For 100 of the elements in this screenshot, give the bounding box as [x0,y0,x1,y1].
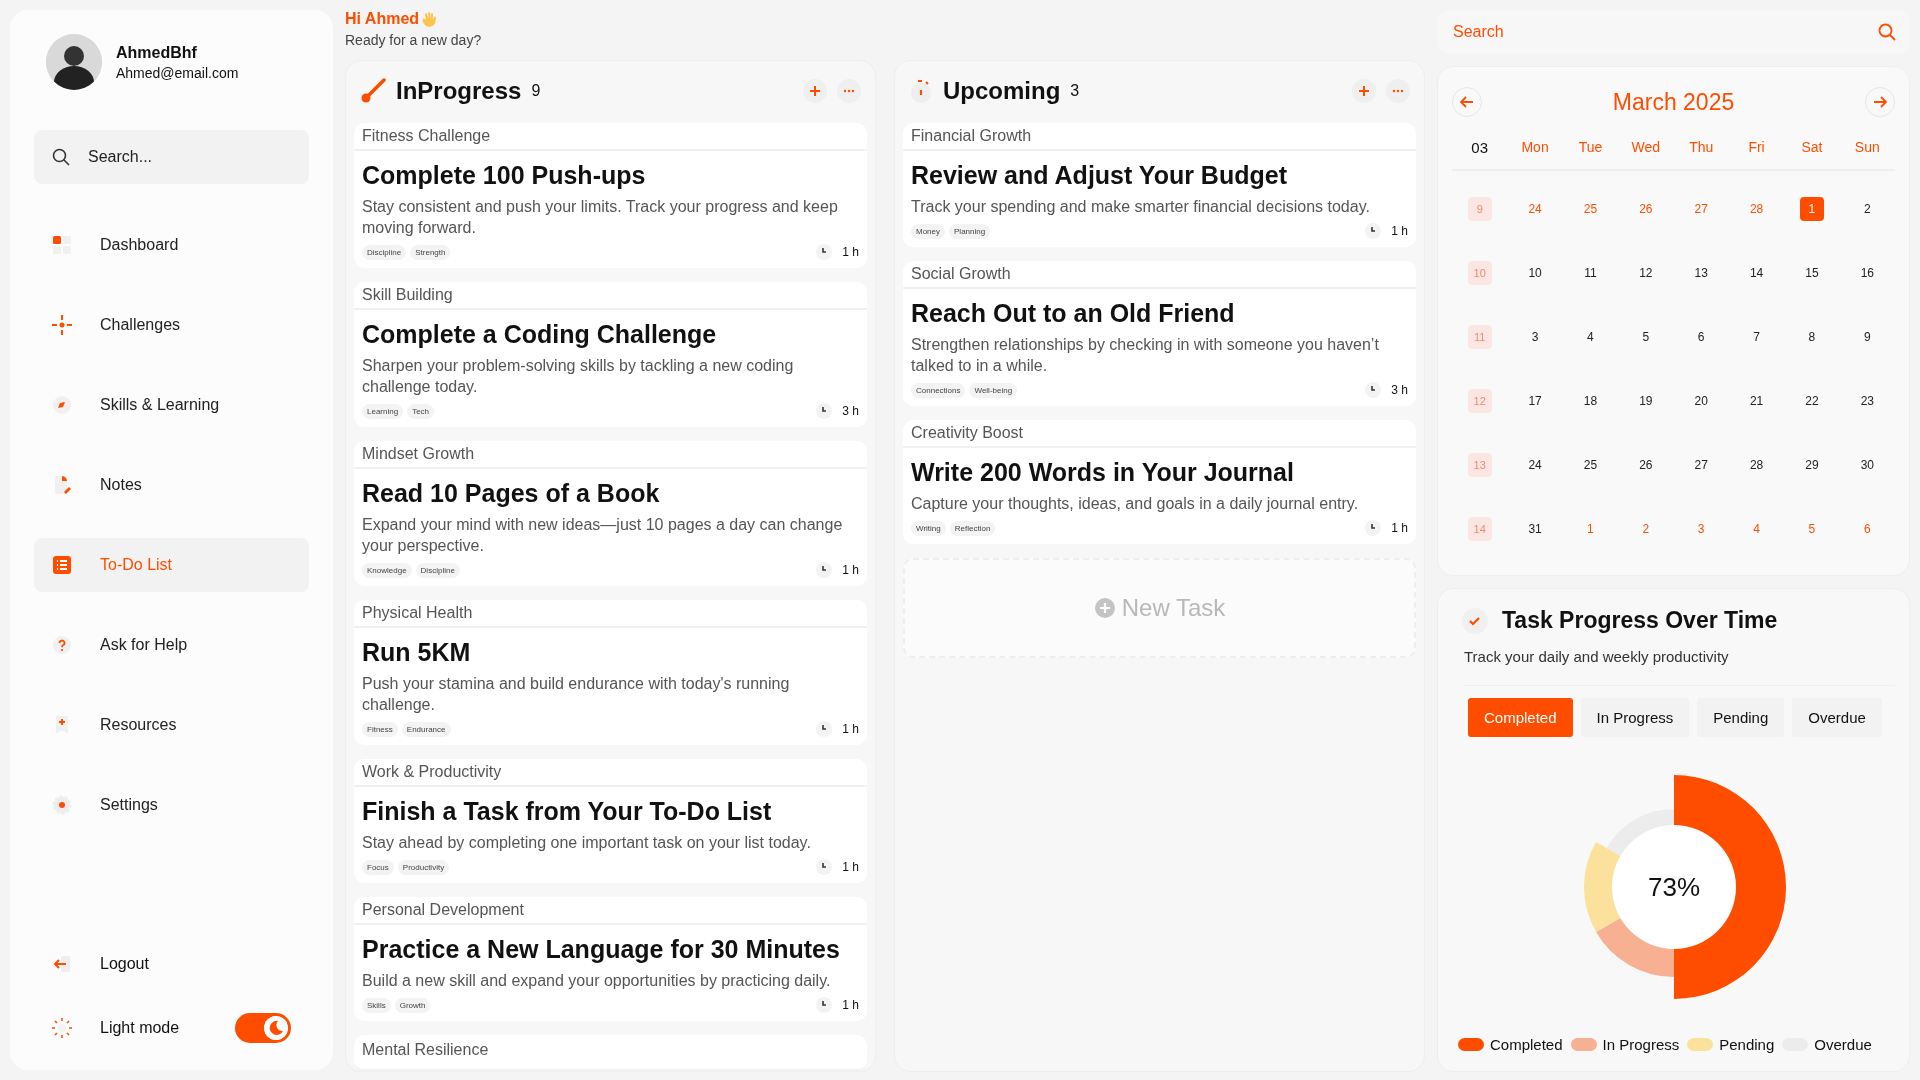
task-tag: Well-being [969,382,1018,398]
task-card[interactable]: Personal Development Practice a New Language for 30 Minutes Build a new skill and expand your opportunities by practicing daily. Skills Growth 1 h [354,897,867,1021]
task-description: Sharpen your problem-solving skills by tackling a new coding challenge today. [362,356,795,397]
task-title: Run 5KM [362,638,472,667]
nav-item[interactable]: Skills & Learning [34,378,309,432]
task-tag: Endurance [401,721,451,737]
nav-icon [52,395,72,415]
add-button[interactable] [1352,79,1376,103]
arrow-right-icon [1873,95,1887,109]
arrow-left-icon [1460,95,1474,109]
calendar-day[interactable]: 13 [1689,261,1714,285]
task-card[interactable]: Financial Growth Review and Adjust Your Budget Track your spending and make smarter financial decisions today. Money Planning 1 h [903,123,1416,247]
clock-icon [816,997,833,1013]
task-category: Social Growth [903,261,1416,289]
task-category: Skill Building [354,282,867,310]
task-title: Write 200 Words in Your Journal [911,458,1295,487]
clock-icon [816,403,833,419]
moon-icon [264,1016,288,1040]
calendar-day[interactable]: 4 [1578,325,1603,349]
calendar-day[interactable]: 30 [1855,453,1880,477]
calendar-day[interactable]: 5 [1633,325,1658,349]
nav-item[interactable]: Ask for Help [34,618,309,672]
clock-icon [1365,520,1382,536]
task-card[interactable]: Mindset Growth Read 10 Pages of a Book Expand your mind with new ideas—just 10 pages a day can change your perspective. Knowledge Discipline 1 h [354,441,867,586]
week-number: 10 [1467,261,1492,285]
nav-icon [52,315,72,335]
calendar-day[interactable]: 31 [1523,517,1548,541]
calendar-day[interactable]: 20 [1689,389,1714,413]
calendar-day[interactable]: 28 [1744,453,1769,477]
calendar-day[interactable]: 29 [1799,453,1824,477]
calendar-day[interactable]: 2 [1855,197,1880,221]
nav-item[interactable]: Dashboard [34,218,309,272]
status-tab[interactable]: Overdue [1792,698,1882,737]
calendar-day[interactable]: 12 [1633,261,1658,285]
add-button[interactable] [803,79,827,103]
task-tag: Connections [911,382,966,398]
task-title: Practice a New Language for 30 Minutes [362,935,841,964]
calendar-day[interactable]: 3 [1523,325,1548,349]
logout-icon [52,954,72,974]
calendar-day[interactable]: 24 [1523,453,1548,477]
nav-item[interactable]: Notes [34,458,309,512]
calendar-day[interactable]: 14 [1744,261,1769,285]
check-icon [1462,607,1488,634]
calendar-day[interactable]: 26 [1633,453,1658,477]
task-category: Financial Growth [903,123,1416,151]
task-card[interactable]: Physical Health Run 5KM Push your stamina and build endurance with today's running challenge. Fitness Endurance 1 h [354,600,867,745]
more-button[interactable] [1386,79,1410,103]
search-icon [1878,23,1896,41]
clock-icon [816,244,833,260]
nav-item[interactable]: Resources [34,698,309,752]
weekday-label: Sat [1801,138,1823,157]
calendar-day[interactable]: 23 [1855,389,1880,413]
task-category[interactable]: Mental Resilience [354,1035,867,1071]
task-tag: Growth [394,997,431,1013]
calendar-day[interactable]: 21 [1744,389,1769,413]
task-tag: Writing [911,520,946,536]
status-tab[interactable]: Pending [1697,698,1785,737]
task-description: Track your spending and make smarter financial decisions today. [911,197,1371,217]
calendar-day[interactable]: 22 [1799,389,1824,413]
more-button[interactable] [837,79,861,103]
task-tag: Discipline [415,562,460,578]
calendar-day[interactable]: 10 [1523,261,1548,285]
calendar-day[interactable]: 25 [1578,453,1603,477]
calendar-day[interactable]: 17 [1523,389,1548,413]
plus-icon [1093,597,1116,619]
task-category: Mindset Growth [354,441,867,469]
task-card[interactable]: Social Growth Reach Out to an Old Friend Strengthen relationships by checking in with someone you haven’t talked to in a while. Connections Well-being 3 h [903,261,1416,406]
sun-icon [52,1018,72,1038]
percent-label: 73% [1647,871,1700,902]
calendar-day[interactable]: 9 [1855,325,1880,349]
nav-icon [52,555,72,575]
legend-label: Overdue [1814,1036,1872,1053]
nav-icon [52,475,72,495]
brush-icon [360,78,386,104]
calendar-day[interactable]: 15 [1799,261,1824,285]
calendar-day[interactable]: 27 [1689,453,1714,477]
task-card[interactable]: Work & Productivity Finish a Task from Your To-Do List Stay ahead by completing one important task on your list today. Focus Productivity 1 h [354,759,867,883]
user-name: AhmedBhf [116,43,198,62]
calendar-day[interactable]: 18 [1578,389,1603,413]
task-card[interactable]: Fitness Challenge Complete 100 Push-ups Stay consistent and push your limits. Track your progress and keep moving forward. Discipline Strength 1 h [354,123,867,268]
nav-icon [52,635,72,655]
theme-toggle[interactable] [235,1013,291,1043]
status-tab[interactable]: In Progress [1580,698,1690,737]
task-description: Build a new skill and expand your opportunities by practicing daily. [362,971,832,991]
calendar-day[interactable]: 16 [1855,261,1880,285]
task-duration: 1 h [842,722,859,736]
column-count: 3 [1070,82,1080,100]
calendar-day[interactable]: 8 [1799,325,1824,349]
logout-item[interactable]: Logout [34,942,309,986]
calendar-day[interactable]: 11 [1578,261,1603,285]
nav-item[interactable]: Settings [34,778,309,832]
task-title: Review and Adjust Your Budget [911,161,1288,190]
nav-item[interactable]: Challenges [34,298,309,352]
task-card[interactable]: Creativity Boost Write 200 Words in Your Journal Capture your thoughts, ideas, and goals in a daily journal entry. Writing Reflection 1 h [903,420,1416,544]
task-card[interactable]: Skill Building Complete a Coding Challenge Sharpen your problem-solving skills by tackling a new coding challenge today. Learning Tech 3 h [354,282,867,427]
calendar-day[interactable]: 19 [1633,389,1658,413]
calendar-day[interactable]: 6 [1689,325,1714,349]
task-duration: 3 h [842,404,859,418]
search-field[interactable]: Search... [34,130,309,184]
calendar-day[interactable]: 7 [1744,325,1769,349]
